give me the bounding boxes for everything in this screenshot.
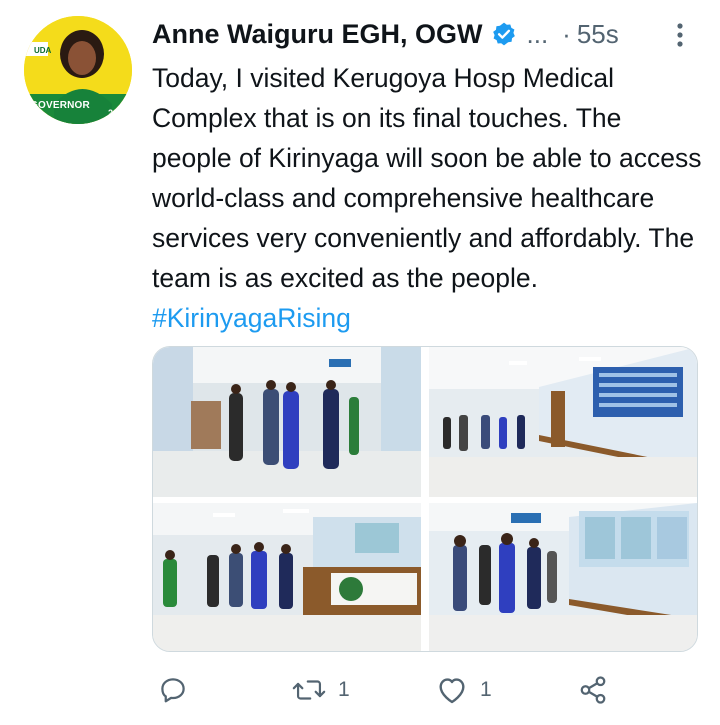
avatar-caption: GOVERNOR bbox=[30, 100, 90, 111]
verified-badge-icon bbox=[491, 21, 517, 47]
media-photo-3[interactable] bbox=[153, 503, 421, 651]
media-photo-2[interactable] bbox=[429, 347, 697, 497]
retweet-count: 1 bbox=[338, 678, 350, 701]
reply-icon bbox=[158, 675, 188, 705]
media-grid bbox=[152, 346, 698, 652]
hashtag-link[interactable]: #KirinyagaRising bbox=[152, 303, 351, 333]
heart-icon bbox=[436, 675, 468, 705]
tweet-header: Anne Waiguru EGH, OGW ... · 55s bbox=[152, 14, 619, 54]
tweet-body: Today, I visited Kerugoya Hosp Medical C… bbox=[152, 63, 702, 293]
media-photo-4[interactable] bbox=[429, 503, 697, 651]
tweet-text: Today, I visited Kerugoya Hosp Medical C… bbox=[152, 58, 708, 338]
author-name[interactable]: Anne Waiguru EGH, OGW bbox=[152, 19, 483, 50]
hospital-hallway-photo bbox=[429, 347, 697, 497]
media-photo-1[interactable] bbox=[153, 347, 421, 497]
timestamp[interactable]: 55s bbox=[577, 19, 619, 50]
tweet-actions: 1 1 bbox=[0, 668, 720, 712]
tweet[interactable]: UDA GOVERNOR 2022 Anne Waiguru EGH, OGW … bbox=[0, 0, 720, 725]
hospital-corridor-photo bbox=[153, 347, 421, 497]
avatar[interactable]: UDA GOVERNOR 2022 bbox=[24, 16, 132, 124]
hospital-reception-photo bbox=[153, 503, 421, 651]
retweet-button[interactable]: 1 bbox=[292, 668, 350, 712]
like-count: 1 bbox=[480, 678, 492, 701]
avatar-logo-text: UDA bbox=[34, 46, 52, 55]
author-handle[interactable]: ... bbox=[527, 19, 549, 50]
avatar-year: 2022 bbox=[108, 108, 129, 118]
hospital-wing-photo bbox=[429, 503, 697, 651]
more-options-icon[interactable] bbox=[674, 20, 686, 50]
retweet-icon bbox=[292, 675, 326, 705]
like-button[interactable]: 1 bbox=[436, 668, 492, 712]
share-button[interactable] bbox=[578, 668, 608, 712]
reply-button[interactable] bbox=[158, 668, 200, 712]
separator-dot: · bbox=[562, 18, 571, 49]
share-icon bbox=[578, 675, 608, 705]
